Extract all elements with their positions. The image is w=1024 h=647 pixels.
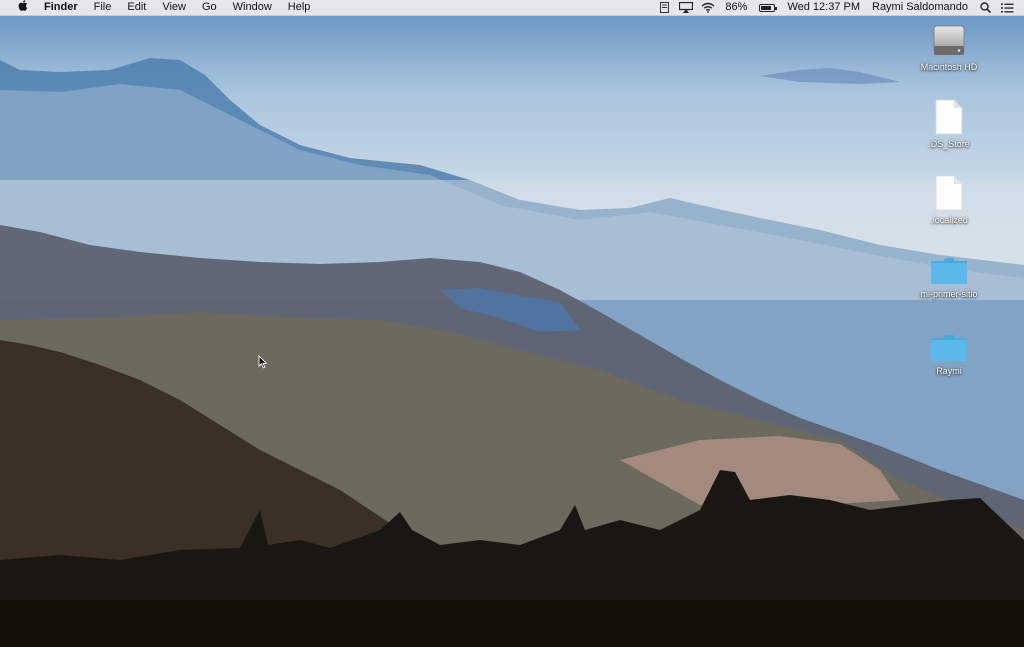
mouse-cursor-icon — [258, 355, 268, 369]
folder-icon — [931, 258, 967, 284]
desktop-icon-label: .DS_Store — [928, 139, 970, 149]
file-icon — [935, 99, 963, 135]
airplay-icon[interactable] — [675, 2, 697, 14]
apple-menu[interactable] — [10, 0, 36, 16]
desktop-icon-label: Macintosh HD — [920, 62, 978, 72]
menu-file[interactable]: File — [86, 0, 120, 15]
apple-icon — [18, 0, 28, 11]
folder-icon — [931, 335, 967, 361]
desktop-icon-label: .localized — [930, 215, 968, 225]
desktop-icon-macintosh-hd[interactable]: Macintosh HD — [909, 22, 989, 72]
menu-edit[interactable]: Edit — [119, 0, 154, 15]
notification-center-icon[interactable] — [996, 2, 1024, 14]
menu-view[interactable]: View — [154, 0, 194, 15]
spotlight-icon[interactable] — [974, 2, 996, 14]
desktop-icon-mi-primer-sitio[interactable]: mi-primer-sitio — [909, 255, 989, 299]
desktop-icon-raymi[interactable]: Raymi — [909, 332, 989, 376]
desktop-icon-label: Raymi — [936, 366, 962, 376]
desktop-icon-ds-store[interactable]: .DS_Store — [909, 97, 989, 149]
menu-finder[interactable]: Finder — [36, 0, 86, 15]
desktop-icon-localized[interactable]: .localized — [909, 173, 989, 225]
clock[interactable]: Wed 12:37 PM — [781, 0, 866, 15]
menu-bar: Finder File Edit View Go Window Help 86%… — [0, 0, 1024, 16]
wallpaper-landscape — [0, 58, 1024, 647]
battery-level-fill — [761, 5, 772, 10]
menu-window[interactable]: Window — [225, 0, 280, 15]
battery-icon[interactable] — [753, 2, 781, 14]
menu-go[interactable]: Go — [194, 0, 225, 15]
notes-icon[interactable] — [653, 2, 675, 14]
wifi-icon[interactable] — [697, 2, 719, 14]
file-icon — [935, 175, 963, 211]
battery-percent: 86% — [725, 1, 748, 13]
desktop-icon-label: mi-primer-sitio — [920, 289, 978, 299]
menu-help[interactable]: Help — [280, 0, 319, 15]
hard-drive-icon — [933, 25, 965, 55]
user-name[interactable]: Raymi Saldomando — [866, 0, 974, 15]
desktop[interactable]: Finder File Edit View Go Window Help 86%… — [0, 0, 1024, 647]
